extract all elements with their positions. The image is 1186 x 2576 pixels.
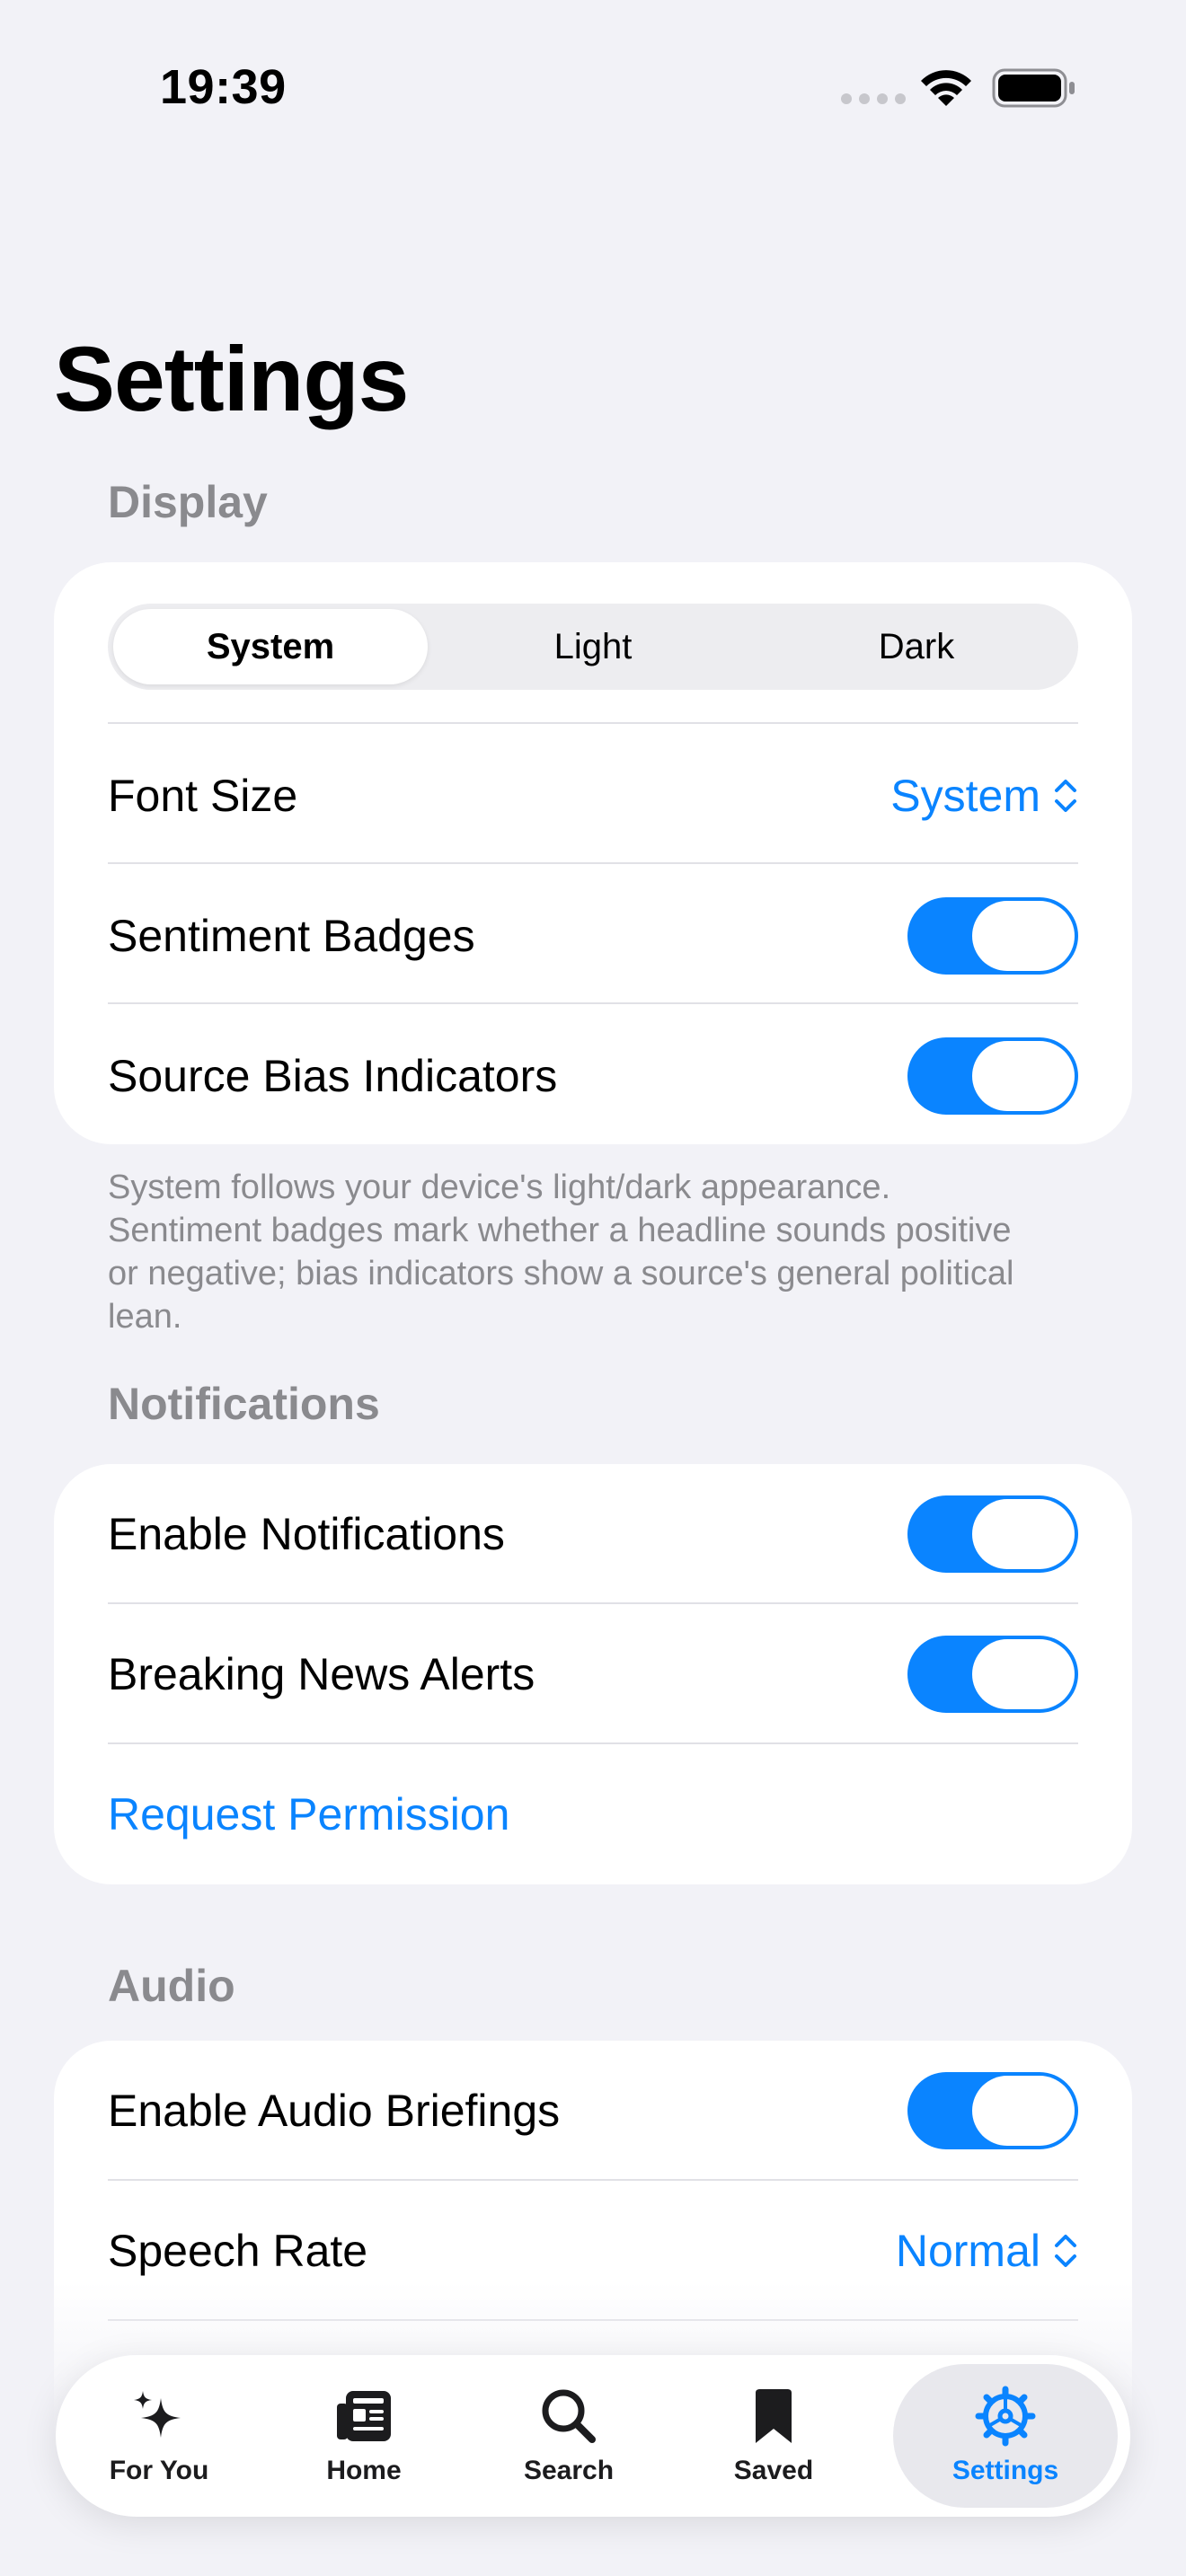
tab-for-you[interactable]: For You [56, 2355, 262, 2517]
toggle-knob [972, 2076, 1075, 2146]
segment-dark[interactable]: Dark [755, 604, 1078, 690]
tab-label: Search [523, 2456, 615, 2485]
battery-icon [992, 68, 1075, 108]
notifications-card: Enable Notifications Breaking News Alert… [54, 1464, 1132, 1884]
tab-label: Home [326, 2456, 402, 2485]
newspaper-icon [337, 2391, 391, 2441]
sentiment-badges-row: Sentiment Badges [108, 866, 1078, 1006]
sparkles-icon [134, 2391, 181, 2438]
chevron-up-down-icon [1055, 2235, 1076, 2267]
request-permission-button[interactable]: Request Permission [108, 1788, 509, 1840]
display-footer-note: System follows your device's light/dark … [108, 1169, 1014, 1336]
section-header-display: Display [108, 477, 268, 527]
divider [108, 722, 1078, 724]
tab-bar: For You Home Search Saved Settings [56, 2355, 1130, 2517]
chevron-up-down-icon [1055, 780, 1076, 812]
breaking-news-label: Breaking News Alerts [108, 1649, 535, 1699]
sentiment-badges-label: Sentiment Badges [108, 911, 475, 961]
speech-rate-value: Normal [895, 2226, 1040, 2276]
breaking-news-toggle[interactable] [907, 1636, 1078, 1713]
tab-label: Saved [733, 2456, 814, 2485]
font-size-value: System [890, 771, 1040, 821]
status-bar: 19:39 [0, 0, 1186, 162]
appearance-segmented-control[interactable]: System Light Dark [108, 604, 1078, 690]
status-time: 19:39 [160, 60, 287, 114]
divider [108, 1002, 1078, 1004]
source-bias-label: Source Bias Indicators [108, 1051, 558, 1101]
request-permission-row[interactable]: Request Permission [108, 1744, 1078, 1884]
magnifying-glass-icon [542, 2389, 596, 2443]
toggle-knob [972, 901, 1075, 971]
tab-label: Settings [951, 2456, 1059, 2485]
font-size-row[interactable]: Font Size System [108, 726, 1078, 866]
tab-saved[interactable]: Saved [670, 2355, 877, 2517]
divider [108, 862, 1078, 864]
toggle-knob [972, 1639, 1075, 1709]
speech-rate-label: Speech Rate [108, 2226, 368, 2276]
speech-rate-picker[interactable]: Normal [896, 2225, 1078, 2277]
toggle-knob [972, 1041, 1075, 1111]
cellular-signal-icon [841, 93, 906, 104]
segment-system[interactable]: System [113, 609, 428, 684]
display-card: System Light Dark Font Size System Senti… [54, 562, 1132, 1144]
breaking-news-row: Breaking News Alerts [108, 1604, 1078, 1744]
tab-settings[interactable]: Settings [893, 2364, 1118, 2508]
settings-screen: 19:39 Settings Display System Light Dark… [0, 0, 1186, 2576]
toggle-knob [972, 1499, 1075, 1569]
section-header-audio: Audio [108, 1961, 235, 2011]
section-header-notifications: Notifications [108, 1379, 380, 1429]
segment-light[interactable]: Light [431, 604, 755, 690]
tab-home[interactable]: Home [261, 2355, 467, 2517]
gear-icon [975, 2386, 1036, 2447]
enable-audio-toggle[interactable] [907, 2072, 1078, 2149]
page-title: Settings [54, 328, 409, 430]
enable-audio-label: Enable Audio Briefings [108, 2086, 561, 2136]
tab-label: For You [109, 2456, 209, 2485]
enable-audio-row: Enable Audio Briefings [108, 2041, 1078, 2181]
tab-search[interactable]: Search [465, 2355, 672, 2517]
font-size-label: Font Size [108, 771, 298, 821]
font-size-picker[interactable]: System [890, 770, 1078, 822]
bookmark-icon [756, 2389, 792, 2443]
source-bias-toggle[interactable] [907, 1037, 1078, 1115]
wifi-icon [921, 70, 971, 106]
source-bias-row: Source Bias Indicators [108, 1006, 1078, 1144]
enable-notifications-toggle[interactable] [907, 1495, 1078, 1573]
enable-notifications-row: Enable Notifications [108, 1464, 1078, 1604]
enable-notifications-label: Enable Notifications [108, 1509, 505, 1559]
sentiment-badges-toggle[interactable] [907, 897, 1078, 975]
